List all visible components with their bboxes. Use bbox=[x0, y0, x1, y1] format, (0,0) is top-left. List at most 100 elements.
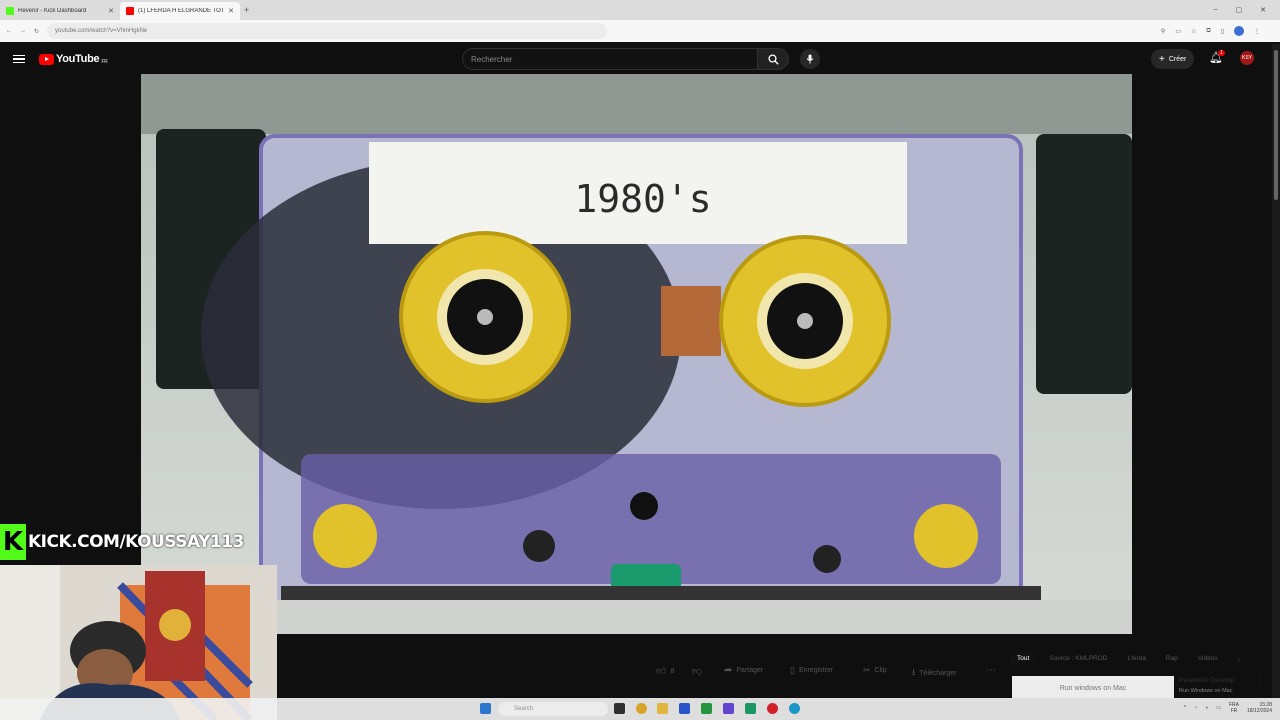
search-button[interactable] bbox=[757, 48, 789, 70]
search-icon bbox=[767, 53, 779, 65]
share-button[interactable]: ➦ Partager bbox=[724, 665, 763, 676]
tab-title: Revenir - Kick Dashboard bbox=[18, 8, 87, 14]
profile-avatar[interactable] bbox=[1234, 26, 1244, 36]
share-label: Partager bbox=[736, 667, 764, 674]
left-reel bbox=[399, 231, 571, 403]
url-field[interactable]: youtube.com/watch?v=VhmHgkNe bbox=[47, 23, 608, 39]
chip-videos[interactable]: Vidéos bbox=[1191, 651, 1225, 667]
more-dots-icon: ⋯ bbox=[986, 665, 996, 676]
account-avatar[interactable]: KSY bbox=[1240, 51, 1254, 65]
spotify-icon[interactable] bbox=[745, 703, 756, 714]
sidebar-icon[interactable]: ▯ bbox=[1221, 28, 1224, 35]
chip-rap[interactable]: Rap bbox=[1159, 651, 1185, 667]
region-code: FR bbox=[101, 59, 108, 65]
edge-icon[interactable] bbox=[789, 703, 800, 714]
close-tab-icon[interactable]: ✕ bbox=[108, 7, 114, 15]
video-actions: 👍︎ 8 👎︎ ➦ Partager ▯ Enregistrer ✂ Clip … bbox=[0, 662, 1000, 682]
create-button[interactable]: + Créer bbox=[1151, 49, 1195, 69]
taskbar-search[interactable]: Search bbox=[498, 702, 608, 716]
kick-favicon-icon bbox=[6, 7, 14, 15]
microphone-icon bbox=[806, 54, 814, 64]
maximize-icon[interactable]: ▢ bbox=[1236, 6, 1243, 14]
clip-button[interactable]: ✂ Clip bbox=[863, 665, 887, 676]
webcam-image bbox=[0, 565, 277, 720]
youtube-header: YouTube FR Rechercher + Créer 🔔︎ 1 KSY bbox=[0, 44, 1280, 74]
new-tab-icon[interactable]: + bbox=[244, 5, 249, 15]
system-tray: ^ ◔ ◖ ▭ FRA FR 15:28 18/12/2024 bbox=[1184, 702, 1272, 714]
battery-icon[interactable]: ▭ bbox=[1216, 705, 1221, 711]
close-tab-icon[interactable]: ✕ bbox=[228, 7, 234, 15]
video-player[interactable]: 1980's bbox=[141, 74, 1132, 634]
dislike-button[interactable]: 👎︎ bbox=[692, 665, 702, 677]
cassette-label-text: 1980's bbox=[574, 177, 711, 221]
ad-title: Parallels® Desktop bbox=[1179, 677, 1235, 684]
clock-date: 18/12/2024 bbox=[1246, 708, 1272, 714]
chip-all[interactable]: Tout bbox=[1010, 651, 1037, 667]
more-actions-button[interactable]: ⋯ bbox=[986, 665, 996, 676]
create-label: Créer bbox=[1168, 55, 1187, 63]
kick-channel-url: KICK.COM/KOUSSAY113 bbox=[28, 532, 244, 552]
lang-line2: FR bbox=[1230, 708, 1238, 714]
xbox-icon[interactable] bbox=[701, 703, 712, 714]
ad-info[interactable]: Parallels® Desktop Run Windows on Mac bbox=[1179, 676, 1234, 696]
close-window-icon[interactable]: ✕ bbox=[1260, 6, 1266, 14]
notification-count-badge: 1 bbox=[1218, 50, 1225, 56]
address-bar: ← → ↻ youtube.com/watch?v=VhmHgkNe ⚲ ▭ ☆… bbox=[0, 20, 1280, 42]
chevron-right-icon[interactable]: › bbox=[1231, 651, 1248, 667]
clock[interactable]: 15:28 18/12/2024 bbox=[1247, 702, 1272, 714]
webcam-overlay bbox=[0, 565, 277, 720]
download-button[interactable]: ⭳ Télécharger bbox=[912, 665, 957, 681]
youtube-logo[interactable]: YouTube FR bbox=[39, 53, 108, 65]
youtube-play-icon bbox=[39, 53, 54, 65]
url-text: youtube.com/watch?v=VhmHgkNe bbox=[55, 28, 148, 34]
bookmark-icon: ▯ bbox=[790, 665, 795, 675]
chip-source[interactable]: Source : KMLPROD bbox=[1042, 651, 1114, 667]
share-arrow-icon: ➦ bbox=[724, 665, 733, 676]
volume-icon[interactable]: ◖ bbox=[1205, 705, 1208, 711]
youtube-favicon-icon bbox=[126, 7, 134, 15]
extensions-icon[interactable]: ⧉ bbox=[1206, 28, 1210, 35]
windows-taskbar: Search ^ ◔ ◖ ▭ FRA FR 15:28 18/12/2024 bbox=[0, 698, 1280, 720]
chrome-icon[interactable] bbox=[636, 703, 647, 714]
app-icon[interactable] bbox=[723, 703, 734, 714]
search-input[interactable]: Rechercher bbox=[462, 48, 758, 70]
windows-start-icon[interactable] bbox=[480, 703, 491, 714]
cast-icon[interactable]: ▭ bbox=[1175, 28, 1181, 35]
thumbs-up-icon: 👍︎ bbox=[656, 666, 667, 677]
browser-tab-kick[interactable]: Revenir - Kick Dashboard ✕ bbox=[0, 2, 120, 20]
store-icon[interactable] bbox=[679, 703, 690, 714]
voice-search-button[interactable] bbox=[800, 49, 820, 69]
page-scrollbar[interactable] bbox=[1272, 44, 1280, 698]
right-reel bbox=[719, 235, 891, 407]
taskbar-search-placeholder: Search bbox=[514, 706, 534, 712]
like-count: 8 bbox=[670, 667, 675, 675]
bookmark-star-icon[interactable]: ☆ bbox=[1191, 28, 1196, 35]
forward-icon[interactable]: → bbox=[20, 28, 26, 34]
save-label: Enregistrer bbox=[798, 667, 834, 674]
wifi-icon[interactable]: ◔ bbox=[1194, 705, 1197, 711]
ad-banner[interactable]: Run windows on Mac bbox=[1012, 676, 1174, 698]
like-button[interactable]: 👍︎ 8 bbox=[656, 665, 674, 677]
menu-hamburger-icon[interactable] bbox=[13, 54, 25, 64]
chip-lferda[interactable]: Lferda bbox=[1120, 651, 1152, 667]
reload-icon[interactable]: ↻ bbox=[34, 28, 39, 35]
browser-menu-icon[interactable]: ⋮ bbox=[1254, 28, 1260, 35]
opera-icon[interactable] bbox=[767, 703, 778, 714]
minimize-icon[interactable]: – bbox=[1214, 6, 1218, 14]
tray-arrow-icon[interactable]: ^ bbox=[1184, 705, 1186, 711]
kick-channel-overlay: K KICK.COM/KOUSSAY113 bbox=[0, 522, 244, 562]
back-icon[interactable]: ← bbox=[6, 28, 12, 34]
task-view-icon[interactable] bbox=[614, 703, 625, 714]
video-frame-cassette: 1980's bbox=[141, 74, 1132, 634]
browser-tab-youtube[interactable]: (1) LFERDA H ELGRANDE TOTO ✕ bbox=[120, 2, 240, 20]
window-controls: – ▢ ✕ bbox=[1214, 6, 1280, 14]
language-indicator[interactable]: FRA FR bbox=[1229, 702, 1239, 714]
scissors-icon: ✂ bbox=[863, 665, 871, 675]
zoom-icon[interactable]: ⚲ bbox=[1161, 28, 1165, 35]
file-explorer-icon[interactable] bbox=[657, 703, 668, 714]
save-button[interactable]: ▯ Enregistrer bbox=[790, 665, 833, 676]
thumbs-down-icon: 👎︎ bbox=[692, 666, 703, 677]
scrollbar-thumb[interactable] bbox=[1274, 50, 1278, 200]
download-label: Télécharger bbox=[919, 669, 957, 677]
ad-menu-icon[interactable]: ⋮ bbox=[1256, 676, 1265, 687]
